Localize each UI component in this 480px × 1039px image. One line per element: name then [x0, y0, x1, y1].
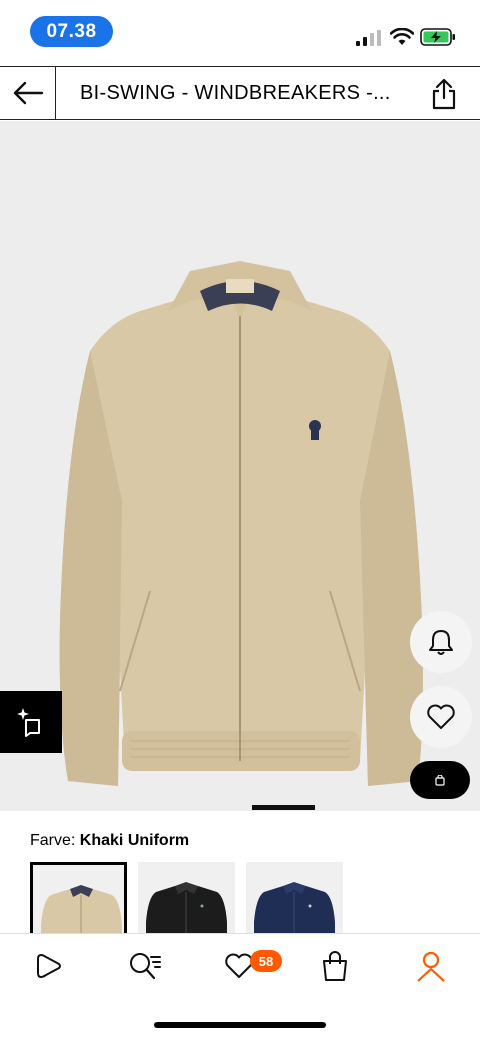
wishlist-count-badge: 58	[250, 950, 282, 972]
page-title: BI-SWING - WINDBREAKERS -...	[80, 81, 391, 104]
color-label: Farve:	[30, 832, 76, 849]
notify-button[interactable]	[410, 611, 472, 673]
search-icon	[130, 953, 161, 980]
product-image-gallery[interactable]	[0, 121, 480, 811]
status-bar: 07.38	[0, 0, 480, 64]
wishlist-button[interactable]	[410, 686, 472, 748]
nav-search[interactable]	[120, 946, 170, 986]
nav-play[interactable]	[24, 946, 74, 986]
battery-charging-icon	[420, 28, 455, 46]
play-icon	[37, 954, 61, 978]
swatch-black[interactable]	[138, 862, 235, 934]
visual-search-icon	[17, 708, 40, 737]
swatch-khaki[interactable]	[30, 862, 127, 934]
bell-icon	[429, 630, 453, 655]
swatch-navy-image	[254, 882, 335, 934]
swatch-black-image	[146, 882, 227, 934]
heart-icon	[427, 704, 455, 729]
add-to-bag-button[interactable]	[410, 761, 470, 799]
product-header: BI-SWING - WINDBREAKERS -...	[0, 66, 480, 120]
share-icon	[432, 78, 456, 110]
status-time: 07.38	[30, 16, 113, 47]
bag-icon	[323, 951, 347, 981]
arrow-left-icon	[13, 81, 43, 105]
cellular-signal-icon	[356, 30, 381, 46]
swatch-khaki-image	[41, 885, 122, 934]
back-button[interactable]	[0, 67, 56, 119]
swatch-navy[interactable]	[246, 862, 343, 934]
nav-bag[interactable]	[310, 946, 360, 986]
share-button[interactable]	[426, 76, 462, 112]
color-swatches	[30, 862, 480, 934]
visual-search-button[interactable]	[0, 691, 62, 753]
shopping-bag-icon	[435, 774, 445, 786]
color-label-row: Farve: Khaki Uniform	[30, 832, 189, 850]
color-value: Khaki Uniform	[79, 832, 190, 849]
wifi-icon	[390, 28, 414, 45]
jacket-image	[59, 261, 423, 786]
carousel-indicator	[252, 805, 315, 810]
nav-profile[interactable]	[406, 946, 456, 986]
home-indicator	[154, 1022, 326, 1028]
profile-icon	[417, 951, 445, 982]
